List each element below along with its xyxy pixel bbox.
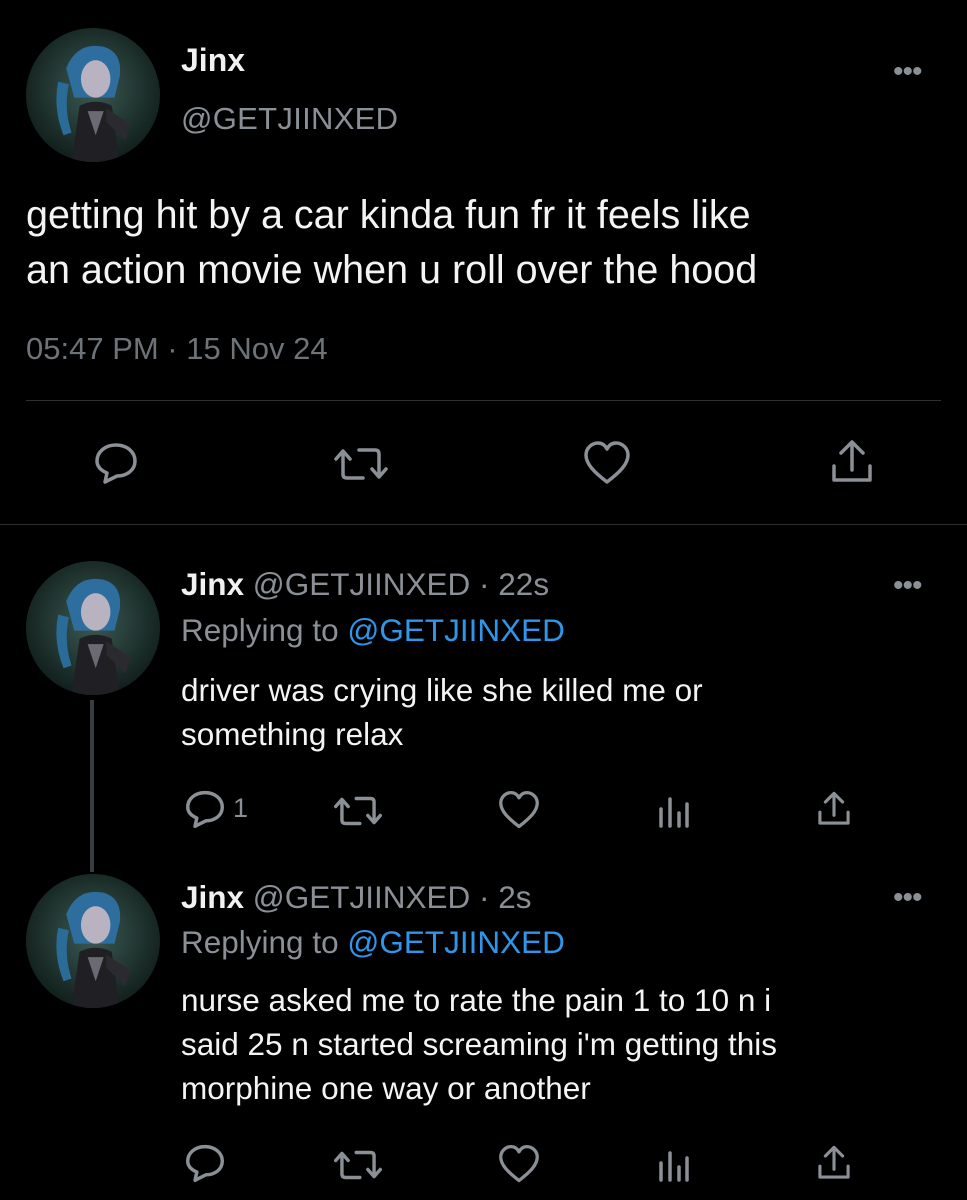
reply-header: Jinx @GETJIINXED · 2s	[181, 877, 532, 917]
more-options-icon[interactable]: •••	[893, 571, 922, 601]
share-icon[interactable]	[829, 438, 875, 486]
author-name[interactable]: Jinx	[181, 879, 244, 915]
divider	[26, 400, 941, 401]
retweet-icon[interactable]	[333, 1147, 383, 1183]
tweet-text: nurse asked me to rate the pain 1 to 10 …	[181, 982, 778, 1106]
reply-icon[interactable]	[184, 789, 226, 829]
author-handle[interactable]: @GETJIINXED · 2s	[253, 879, 532, 915]
like-icon[interactable]	[582, 440, 632, 486]
replying-label: Replying to	[181, 924, 348, 960]
reply-icon[interactable]	[184, 1143, 226, 1183]
replying-to: Replying to @GETJIINXED	[181, 610, 565, 650]
avatar[interactable]	[26, 28, 160, 162]
author-handle[interactable]: @GETJIINXED	[181, 99, 398, 139]
like-icon[interactable]	[497, 1144, 541, 1184]
replying-label: Replying to	[181, 612, 348, 648]
thread-line	[90, 700, 94, 872]
replying-to: Replying to @GETJIINXED	[181, 922, 565, 962]
share-icon[interactable]	[816, 789, 852, 829]
retweet-icon[interactable]	[333, 444, 389, 484]
more-options-icon[interactable]: •••	[893, 57, 922, 87]
analytics-icon[interactable]	[657, 793, 691, 829]
author-name[interactable]: Jinx	[181, 40, 245, 80]
mention-link[interactable]: @GETJIINXED	[347, 924, 565, 960]
mention-link[interactable]: @GETJIINXED	[347, 612, 565, 648]
share-icon[interactable]	[816, 1143, 852, 1183]
author-name[interactable]: Jinx	[181, 566, 244, 602]
tweet-timestamp[interactable]: 05:47 PM · 15 Nov 24	[26, 327, 328, 371]
like-icon[interactable]	[497, 790, 541, 830]
more-options-icon[interactable]: •••	[893, 883, 922, 913]
retweet-icon[interactable]	[333, 793, 383, 829]
tweet-text: driver was crying like she killed me or …	[181, 672, 703, 752]
avatar[interactable]	[26, 874, 160, 1008]
reply-count: 1	[233, 793, 249, 823]
avatar[interactable]	[26, 561, 160, 695]
divider	[0, 524, 967, 525]
analytics-icon[interactable]	[657, 1147, 691, 1183]
author-handle[interactable]: @GETJIINXED · 22s	[253, 566, 549, 602]
tweet-text: getting hit by a car kinda fun fr it fee…	[26, 193, 758, 292]
reply-header: Jinx @GETJIINXED · 22s	[181, 564, 549, 604]
reply-icon[interactable]	[93, 441, 139, 485]
